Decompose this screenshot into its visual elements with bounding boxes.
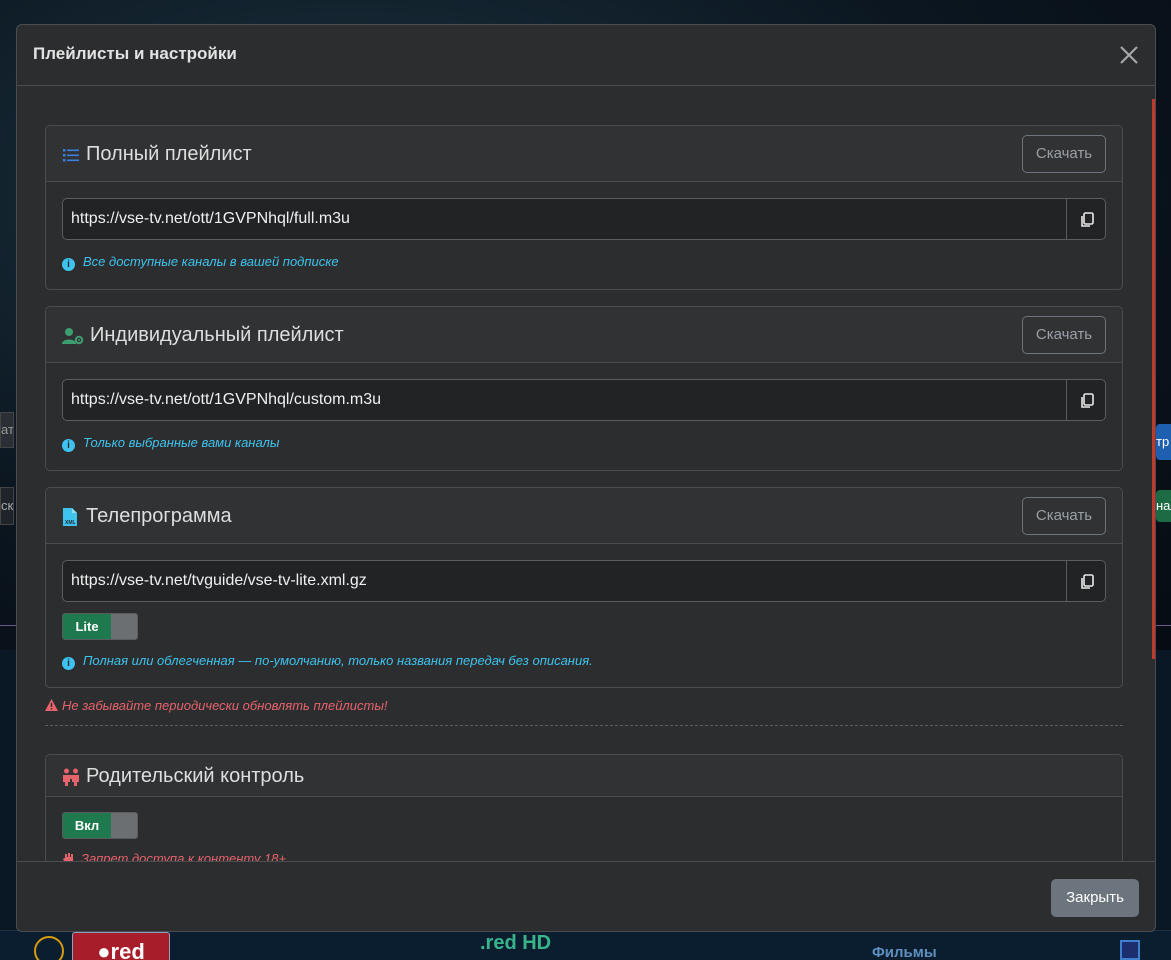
custom-playlist-hint: i Только выбранные вами каналы — [62, 435, 279, 452]
copy-icon — [1081, 212, 1094, 227]
copy-epg-url-button[interactable] — [1066, 560, 1106, 602]
toggle-label: Lite — [63, 614, 111, 639]
channel-genre: Фильмы — [872, 944, 937, 960]
copy-icon — [1081, 574, 1094, 589]
full-playlist-url-field[interactable] — [62, 198, 1067, 240]
toggle-label: Вкл — [63, 813, 111, 838]
play-icon — [34, 936, 64, 960]
scrollbar[interactable] — [1152, 99, 1155, 659]
settings-modal: Плейлисты и настройки Полный плейлист Ск… — [16, 24, 1156, 932]
refresh-warning: Не забывайте периодически обновлять плей… — [45, 698, 388, 713]
background-left-input: ск — [0, 487, 14, 525]
card-parental-control: Родительский контроль Вкл Запрет доступа… — [45, 754, 1123, 861]
hand-icon — [63, 853, 73, 861]
card-epg: XML Телепрограмма Скачать Lite iПолная и… — [45, 487, 1123, 688]
card-header: XML Телепрограмма Скачать — [46, 488, 1122, 544]
full-playlist-hint: i Все доступные каналы в вашей подписке — [62, 254, 339, 271]
download-full-button[interactable]: Скачать — [1022, 135, 1106, 173]
toggle-knob — [111, 614, 137, 639]
card-header: Индивидуальный плейлист Скачать — [46, 307, 1122, 363]
close-icon[interactable] — [1117, 43, 1141, 67]
download-custom-button[interactable]: Скачать — [1022, 316, 1106, 354]
card-full-playlist: Полный плейлист Скачать iВсе доступные к… — [45, 125, 1123, 290]
info-icon: i — [62, 258, 75, 271]
toggle-knob — [111, 813, 137, 838]
modal-footer: Закрыть — [17, 861, 1155, 931]
epg-url-field[interactable] — [62, 560, 1067, 602]
background-right-button: тр — [1156, 424, 1171, 460]
epg-hint: i Полная или облегченная — по-умолчанию, … — [62, 653, 593, 670]
channel-checkbox — [1120, 940, 1140, 960]
info-icon: i — [62, 657, 75, 670]
family-icon — [62, 768, 80, 786]
card-header: Полный плейлист Скачать — [46, 126, 1122, 182]
list-icon — [62, 146, 80, 164]
url-row — [62, 379, 1106, 421]
parental-control-toggle[interactable]: Вкл — [62, 812, 138, 839]
card-header: Родительский контроль — [46, 755, 1122, 797]
copy-icon — [1081, 393, 1094, 408]
close-button[interactable]: Закрыть — [1051, 879, 1139, 917]
card-title: Телепрограмма — [86, 505, 232, 527]
card-custom-playlist: Индивидуальный плейлист Скачать iТолько … — [45, 306, 1123, 471]
background-left-button: ате — [0, 412, 14, 448]
user-settings-icon — [62, 327, 84, 345]
card-title: Полный плейлист — [86, 143, 252, 165]
background-right-badge: нал — [1156, 490, 1171, 522]
background-channel-row — [0, 930, 1171, 960]
parental-control-hint: Запрет доступа к контенту 18+ — [62, 851, 286, 861]
card-title: Индивидуальный плейлист — [90, 324, 344, 346]
url-row — [62, 198, 1106, 240]
info-icon: i — [62, 439, 75, 452]
modal-body[interactable]: Полный плейлист Скачать iВсе доступные к… — [17, 87, 1155, 861]
channel-logo: ●red — [72, 932, 170, 960]
epg-lite-toggle[interactable]: Lite — [62, 613, 138, 640]
warning-icon — [45, 699, 58, 711]
svg-text:XML: XML — [65, 520, 76, 526]
section-divider — [45, 725, 1123, 726]
copy-full-url-button[interactable] — [1066, 198, 1106, 240]
card-title: Родительский контроль — [86, 765, 305, 787]
modal-title: Плейлисты и настройки — [33, 44, 237, 63]
copy-custom-url-button[interactable] — [1066, 379, 1106, 421]
channel-name: .red HD — [480, 932, 552, 954]
url-row — [62, 560, 1106, 602]
xml-file-icon: XML — [62, 508, 80, 526]
download-epg-button[interactable]: Скачать — [1022, 497, 1106, 535]
modal-header: Плейлисты и настройки — [17, 25, 1155, 86]
custom-playlist-url-field[interactable] — [62, 379, 1067, 421]
